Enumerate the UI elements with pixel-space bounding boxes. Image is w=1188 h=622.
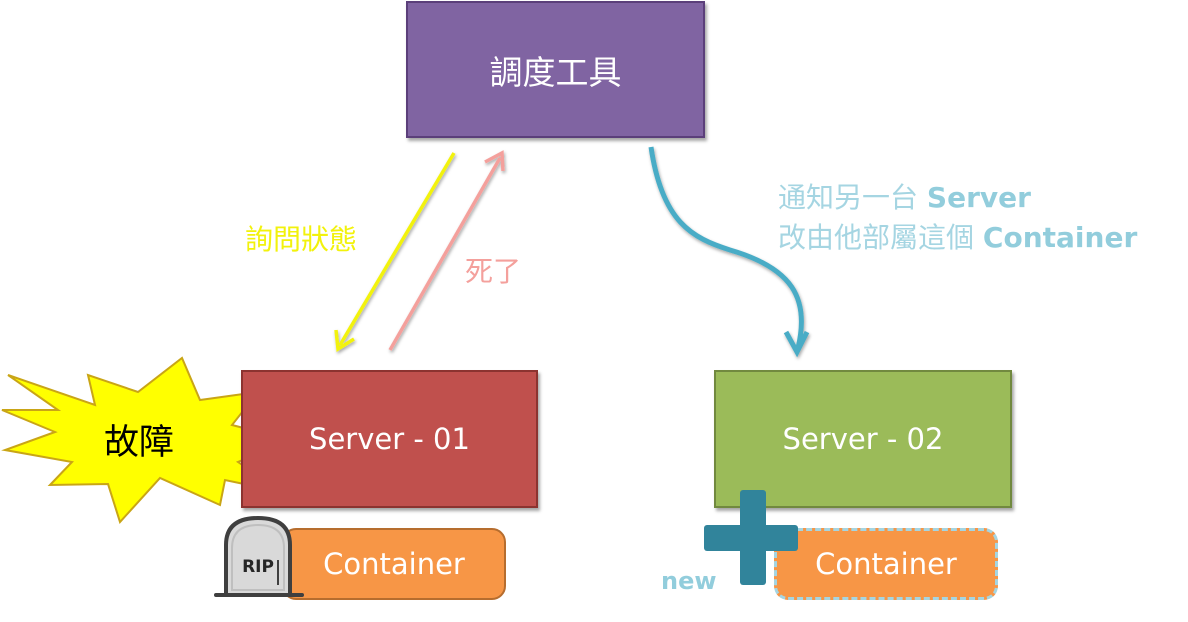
container-new-box[interactable]: Container <box>774 528 998 600</box>
notify-line-1-bold: Server <box>926 181 1031 214</box>
notify-line-1: 通知另一台 Server <box>778 178 1137 218</box>
scheduler-label: 調度工具 <box>489 52 622 92</box>
container-old-box[interactable]: Container <box>282 528 506 600</box>
server-01-label: Server - 01 <box>309 422 470 456</box>
server-02-label: Server - 02 <box>782 422 944 456</box>
notify-label: 通知另一台 Server 改由他部屬這個 Container <box>778 178 1137 258</box>
dead-label: 死了 <box>465 255 522 288</box>
server-02-box[interactable]: Server - 02 <box>714 370 1012 508</box>
new-label: new <box>661 567 717 595</box>
container-old-label: Container <box>323 547 465 581</box>
server-01-box[interactable]: Server - 01 <box>241 370 538 508</box>
scheduler-box[interactable]: 調度工具 <box>406 1 705 138</box>
container-new-label: Container <box>815 547 957 581</box>
failure-label: 故障 <box>104 423 175 463</box>
notify-line-2-text: 改由他部屬這個 <box>778 221 975 254</box>
query-status-label: 詢問狀態 <box>245 223 358 256</box>
notify-line-1-text: 通知另一台 <box>778 181 919 214</box>
notify-line-2: 改由他部屬這個 Container <box>778 218 1137 258</box>
notify-line-2-bold: Container <box>982 221 1138 254</box>
